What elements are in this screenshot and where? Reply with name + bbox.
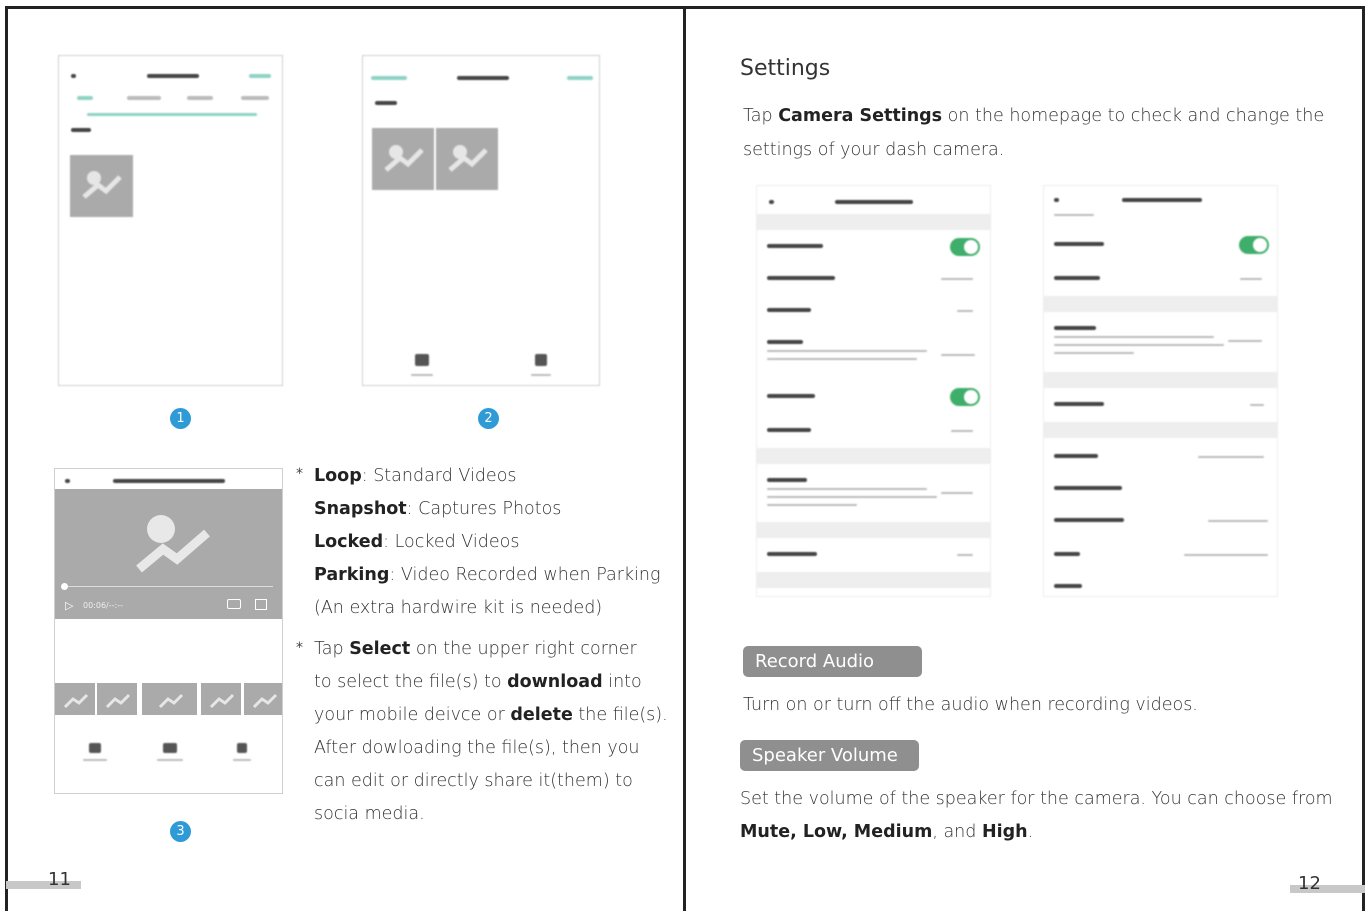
clip-thumbnail (142, 683, 197, 715)
mode-locked: Locked: Locked Videos (314, 532, 520, 552)
bullet-star: * (296, 466, 303, 482)
speaker-volume-desc: Set the volume of the speaker for the ca… (740, 789, 1333, 809)
bullet-star: * (296, 640, 303, 656)
screenshot-camera-file-list (58, 55, 283, 386)
section-title: Settings (740, 56, 831, 81)
player-time: 00:06/--:-- (83, 601, 123, 610)
record-audio-label: Record Audio (743, 646, 922, 677)
select-line-6: socia media. (314, 804, 425, 824)
select-line-4: After dowloading the file(s), then you (314, 738, 640, 758)
clip-thumbnail (97, 683, 137, 715)
photo-thumbnail (372, 128, 434, 190)
photo-thumbnail (436, 128, 498, 190)
clip-thumbnail (55, 683, 95, 715)
screenshot-camera-settings-1 (756, 185, 991, 597)
record-audio-desc: Turn on or turn off the audio when recor… (743, 695, 1198, 715)
fullscreen-icon[interactable] (227, 599, 241, 609)
page-number-right: 12 (1298, 873, 1321, 894)
parking-note: (An extra hardwire kit is needed) (314, 598, 603, 618)
mode-loop: Loop: Standard Videos (314, 466, 517, 486)
step-2-badge: 2 (478, 408, 499, 429)
video-preview: ▷ 00:06/--:-- (55, 489, 282, 619)
select-line-3: your mobile deivce or delete the file(s)… (314, 705, 668, 725)
screenshot-select-mode (362, 55, 600, 386)
mode-parking: Parking: Video Recorded when Parking (314, 565, 661, 585)
speaker-volume-options: Mute, Low, Medium, and High. (740, 822, 1034, 842)
intro-line-2: settings of your dash camera. (743, 140, 1005, 160)
intro-line-1: Tap Camera Settings on the homepage to c… (743, 106, 1325, 126)
page-divider (683, 6, 686, 911)
play-icon[interactable]: ▷ (65, 599, 73, 612)
speaker-volume-label: Speaker Volume (740, 740, 919, 771)
select-line-2: to select the file(s) to download into (314, 672, 642, 692)
step-1-badge: 1 (170, 408, 191, 429)
mode-snapshot: Snapshot: Captures Photos (314, 499, 562, 519)
step-3-badge: 3 (170, 821, 191, 842)
screenshot-video-player: ▷ 00:06/--:-- (54, 468, 283, 794)
screenshot-camera-settings-2 (1043, 185, 1278, 597)
clip-thumbnail (244, 683, 282, 715)
photo-thumbnail (70, 155, 133, 217)
rotate-icon[interactable] (255, 599, 267, 610)
page-number-left: 11 (48, 869, 71, 890)
clip-thumbnail (201, 683, 241, 715)
select-line-1: Tap Select on the upper right corner (314, 639, 637, 659)
select-line-5: can edit or directly share it(them) to (314, 771, 633, 791)
